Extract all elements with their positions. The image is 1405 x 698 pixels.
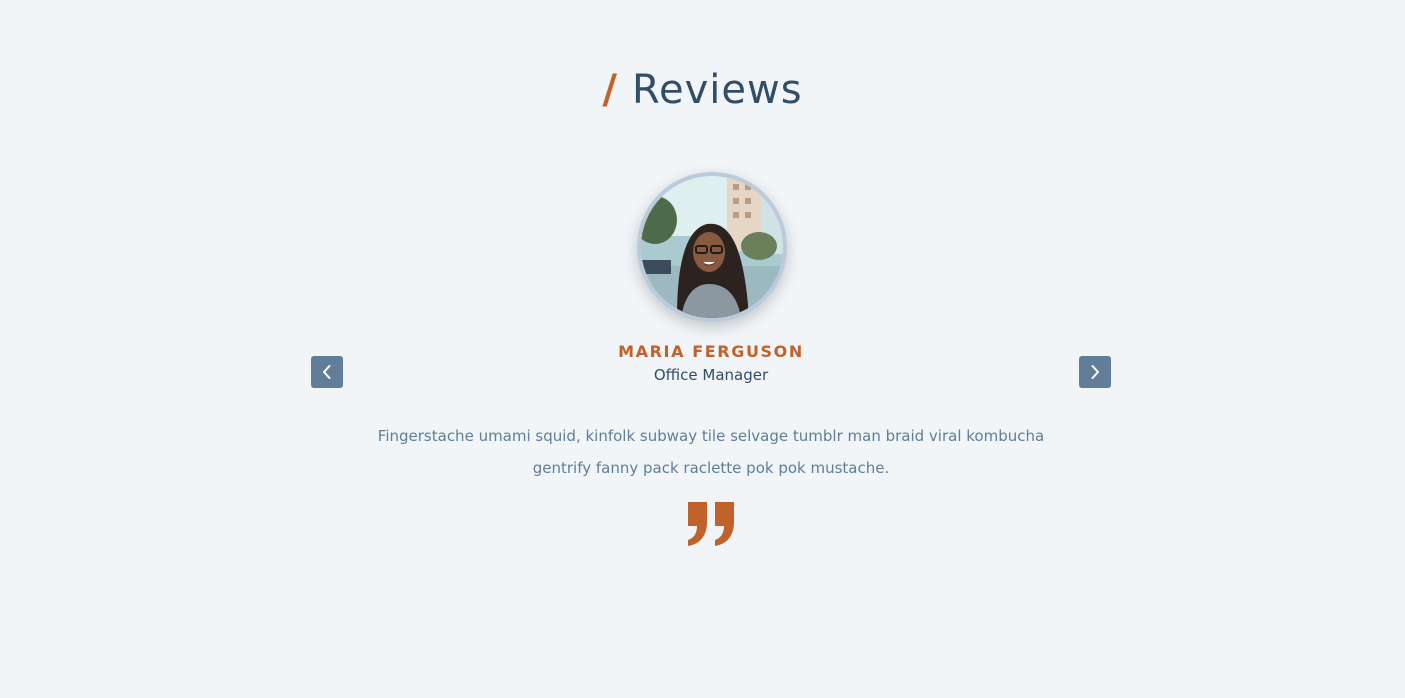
reviewer-name: Maria Ferguson — [618, 342, 804, 361]
prev-button[interactable] — [311, 356, 343, 388]
reviews-section: / Reviews Maria Ferguson Office Manager — [0, 0, 1405, 698]
title-slash: / — [602, 67, 619, 113]
title-text: Reviews — [632, 67, 803, 113]
reviewer-avatar — [637, 172, 787, 322]
chevron-left-icon — [323, 365, 331, 379]
chevron-right-icon — [1091, 365, 1099, 379]
reviewer-job: Office Manager — [653, 366, 769, 384]
quote-right-icon — [688, 502, 734, 546]
review-text: Fingerstache umami squid, kinfolk subway… — [377, 427, 1045, 477]
section-title: / Reviews — [0, 62, 1405, 118]
next-button[interactable] — [1079, 356, 1111, 388]
